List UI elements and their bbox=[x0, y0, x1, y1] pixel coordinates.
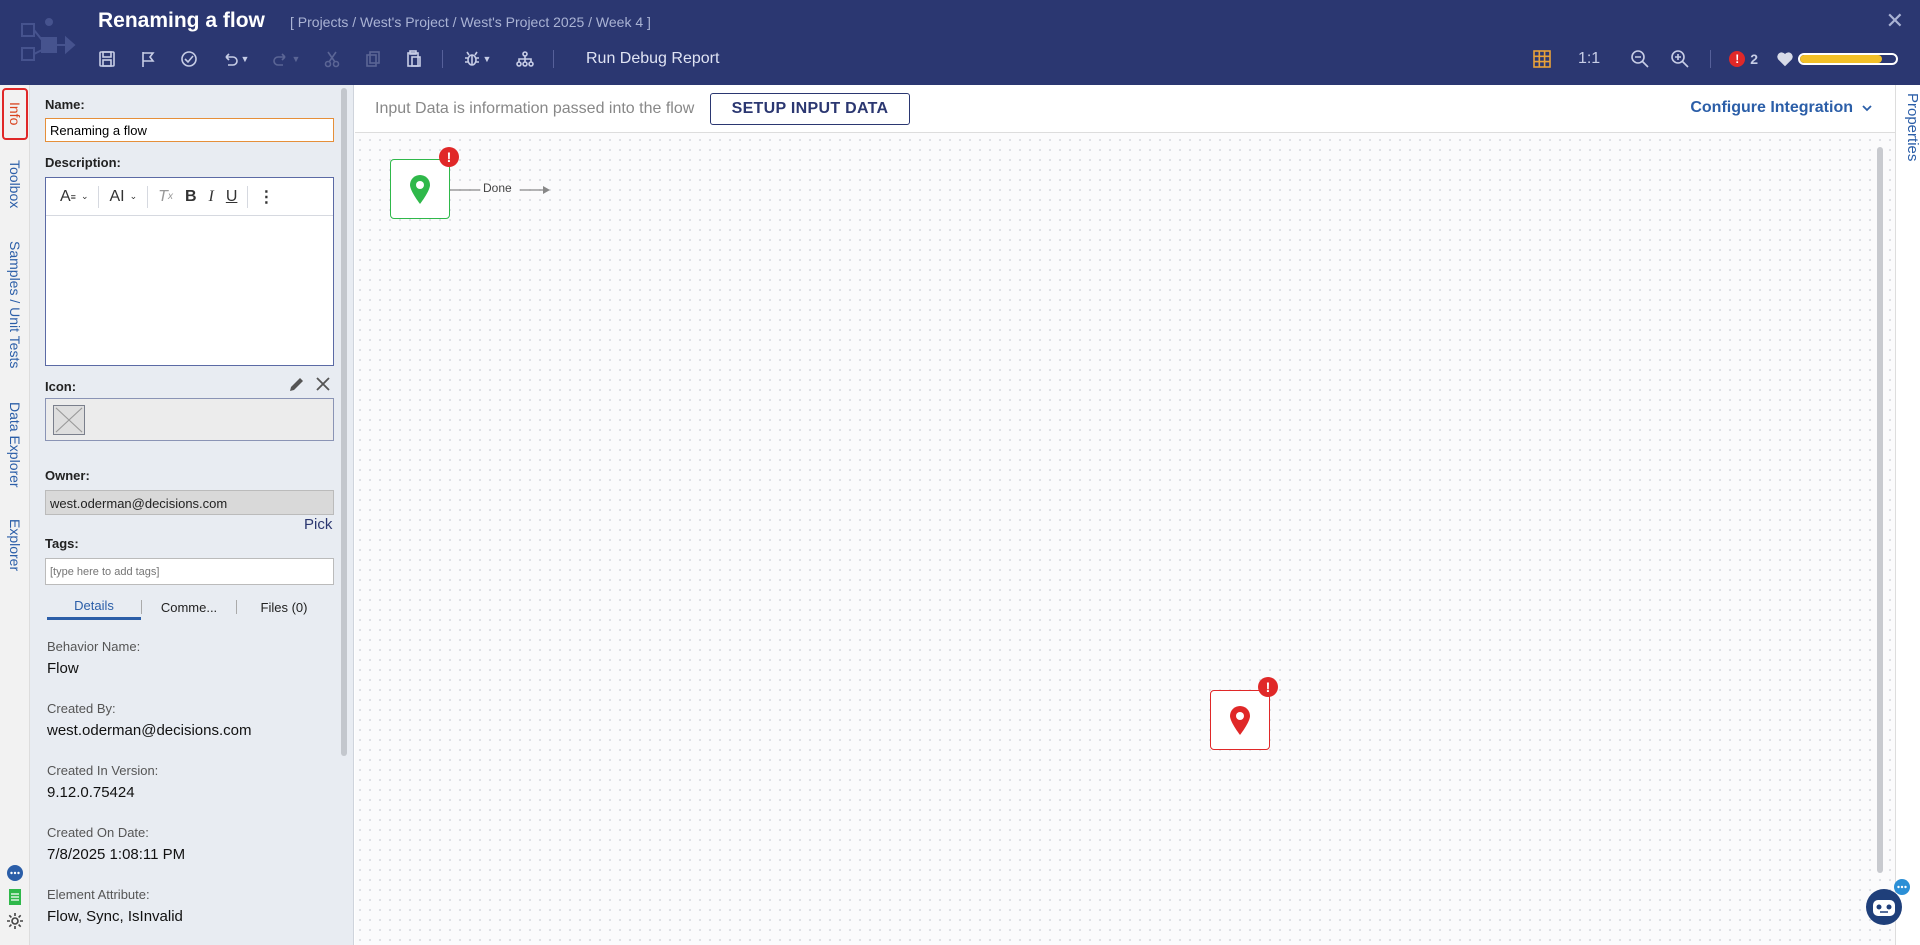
app-header: Renaming a flow [ Projects / West's Proj… bbox=[0, 0, 1920, 85]
designer-toolbar: ▼ ▼ ▼ Run Debug Report bbox=[94, 46, 719, 72]
left-tab-rail: Info Toolbox Samples / Unit Tests Data E… bbox=[0, 85, 30, 945]
info-tabs: Details Comme... Files (0) bbox=[47, 594, 332, 620]
flow-health-fill bbox=[1800, 55, 1882, 63]
error-count: 2 bbox=[1750, 51, 1758, 67]
breadcrumb[interactable]: [ Projects / West's Project / West's Pro… bbox=[290, 14, 651, 30]
document-icon[interactable] bbox=[5, 887, 25, 907]
copy-icon[interactable] bbox=[360, 46, 386, 72]
font-size-icon[interactable]: AI ⌄ bbox=[103, 185, 143, 209]
description-label: Description: bbox=[45, 155, 121, 170]
debug-icon[interactable]: ▼ bbox=[457, 46, 497, 72]
created-by-label: Created By: bbox=[47, 701, 116, 716]
tags-input[interactable] bbox=[45, 558, 334, 585]
heart-icon bbox=[1777, 52, 1793, 67]
input-data-bar: Input Data is information passed into th… bbox=[355, 85, 1895, 133]
error-icon: ! bbox=[1729, 51, 1746, 67]
redo-icon[interactable]: ▼ bbox=[268, 46, 304, 72]
bold-icon[interactable]: B bbox=[179, 185, 203, 209]
toolbar-divider bbox=[553, 50, 554, 68]
setup-input-data-button[interactable]: SETUP INPUT DATA bbox=[710, 93, 910, 125]
chevron-down-icon bbox=[1862, 105, 1872, 112]
structure-icon[interactable] bbox=[512, 46, 538, 72]
editor-divider bbox=[98, 185, 100, 208]
editor-toolbar: A ≡ ⌄ AI ⌄ Tx B I U ⋮ bbox=[46, 178, 333, 216]
tags-label: Tags: bbox=[45, 536, 79, 551]
settings-icon[interactable] bbox=[5, 911, 25, 931]
chat-icon[interactable] bbox=[5, 863, 25, 883]
tab-info[interactable]: Info bbox=[2, 88, 28, 140]
element-attribute-value: Flow, Sync, IsInvalid bbox=[47, 908, 183, 925]
start-pin-icon bbox=[410, 175, 430, 204]
created-by-value: west.oderman@decisions.com bbox=[47, 722, 252, 739]
flag-icon[interactable] bbox=[135, 46, 161, 72]
clear-icon[interactable] bbox=[314, 375, 332, 393]
tab-toolbox[interactable]: Toolbox bbox=[0, 155, 30, 213]
error-count-badge[interactable]: ! 2 bbox=[1729, 51, 1758, 67]
save-icon[interactable] bbox=[94, 46, 120, 72]
zoom-in-icon[interactable] bbox=[1670, 49, 1690, 69]
tab-data-explorer[interactable]: Data Explorer bbox=[0, 395, 30, 495]
clear-format-icon[interactable]: Tx bbox=[152, 185, 179, 209]
more-options-icon[interactable]: ⋮ bbox=[252, 185, 280, 209]
done-connector-label[interactable]: Done bbox=[483, 181, 512, 195]
assistant-bot-icon[interactable] bbox=[1862, 879, 1910, 927]
tab-files[interactable]: Files (0) bbox=[237, 596, 331, 619]
behavior-name-value: Flow bbox=[47, 660, 79, 677]
name-label: Name: bbox=[45, 97, 85, 112]
close-icon[interactable]: ✕ bbox=[1886, 8, 1904, 34]
run-debug-report-button[interactable]: Run Debug Report bbox=[586, 50, 719, 68]
flow-health-bar[interactable] bbox=[1798, 53, 1898, 65]
info-panel: Name: Description: A≡⌄ AI⌄ Tx B I U ⋮ Ic… bbox=[30, 85, 354, 945]
tab-samples-unit-tests[interactable]: Samples / Unit Tests bbox=[0, 235, 30, 375]
canvas-scrollbar[interactable] bbox=[1877, 147, 1883, 873]
start-step-error-icon[interactable]: ! bbox=[439, 147, 459, 167]
created-in-version-label: Created In Version: bbox=[47, 763, 159, 778]
cut-icon[interactable] bbox=[319, 46, 345, 72]
created-on-date-value: 7/8/2025 1:08:11 PM bbox=[47, 846, 186, 863]
flow-logo-icon bbox=[21, 18, 76, 61]
configure-integration-dropdown[interactable]: Configure Integration bbox=[1690, 99, 1873, 117]
info-panel-scrollbar[interactable] bbox=[341, 88, 347, 756]
element-attribute-label: Element Attribute: bbox=[47, 887, 150, 902]
owner-label: Owner: bbox=[45, 468, 90, 483]
flow-title: Renaming a flow bbox=[98, 9, 265, 32]
tab-properties[interactable]: Properties bbox=[1896, 93, 1920, 161]
tab-details[interactable]: Details bbox=[47, 594, 141, 620]
end-step[interactable] bbox=[1210, 690, 1270, 750]
tab-comments[interactable]: Comme... bbox=[142, 596, 236, 619]
right-tab-rail: Properties bbox=[1895, 85, 1920, 945]
grid-icon[interactable] bbox=[1532, 49, 1552, 69]
icon-picker[interactable] bbox=[45, 398, 334, 441]
configure-integration-label: Configure Integration bbox=[1690, 99, 1853, 116]
end-pin-icon bbox=[1230, 706, 1250, 735]
toolbar-right: 1:1 ! 2 bbox=[1532, 46, 1898, 72]
created-on-date-label: Created On Date: bbox=[47, 825, 149, 840]
flow-canvas[interactable]: Input Data is information passed into th… bbox=[355, 85, 1895, 945]
zoom-out-icon[interactable] bbox=[1630, 49, 1650, 69]
text-style-icon[interactable]: A ≡ ⌄ bbox=[54, 185, 94, 209]
toolbar-divider bbox=[1710, 50, 1712, 68]
edit-icon[interactable] bbox=[288, 375, 306, 393]
undo-icon[interactable]: ▼ bbox=[217, 46, 253, 72]
icon-label: Icon: bbox=[45, 379, 77, 394]
tab-explorer[interactable]: Explorer bbox=[0, 510, 30, 580]
end-step-error-icon[interactable]: ! bbox=[1258, 677, 1278, 697]
description-editor[interactable]: A ≡ ⌄ AI ⌄ Tx B I U ⋮ bbox=[45, 177, 334, 366]
created-in-version-value: 9.12.0.75424 bbox=[47, 784, 135, 801]
editor-divider bbox=[147, 185, 149, 208]
behavior-name-label: Behavior Name: bbox=[47, 639, 141, 654]
start-step[interactable] bbox=[390, 159, 450, 219]
toolbar-divider bbox=[442, 50, 443, 68]
paste-icon[interactable] bbox=[401, 46, 427, 72]
check-in-icon[interactable] bbox=[176, 46, 202, 72]
pick-owner-link[interactable]: Pick bbox=[304, 516, 332, 533]
input-data-message: Input Data is information passed into th… bbox=[375, 100, 695, 117]
no-image-icon bbox=[53, 405, 85, 435]
zoom-reset-button[interactable]: 1:1 bbox=[1578, 50, 1600, 68]
name-field[interactable] bbox=[45, 118, 334, 142]
editor-divider bbox=[247, 185, 249, 208]
underline-icon[interactable]: U bbox=[220, 185, 244, 209]
owner-field: west.oderman@decisions.com bbox=[45, 490, 334, 515]
italic-icon[interactable]: I bbox=[203, 185, 220, 209]
